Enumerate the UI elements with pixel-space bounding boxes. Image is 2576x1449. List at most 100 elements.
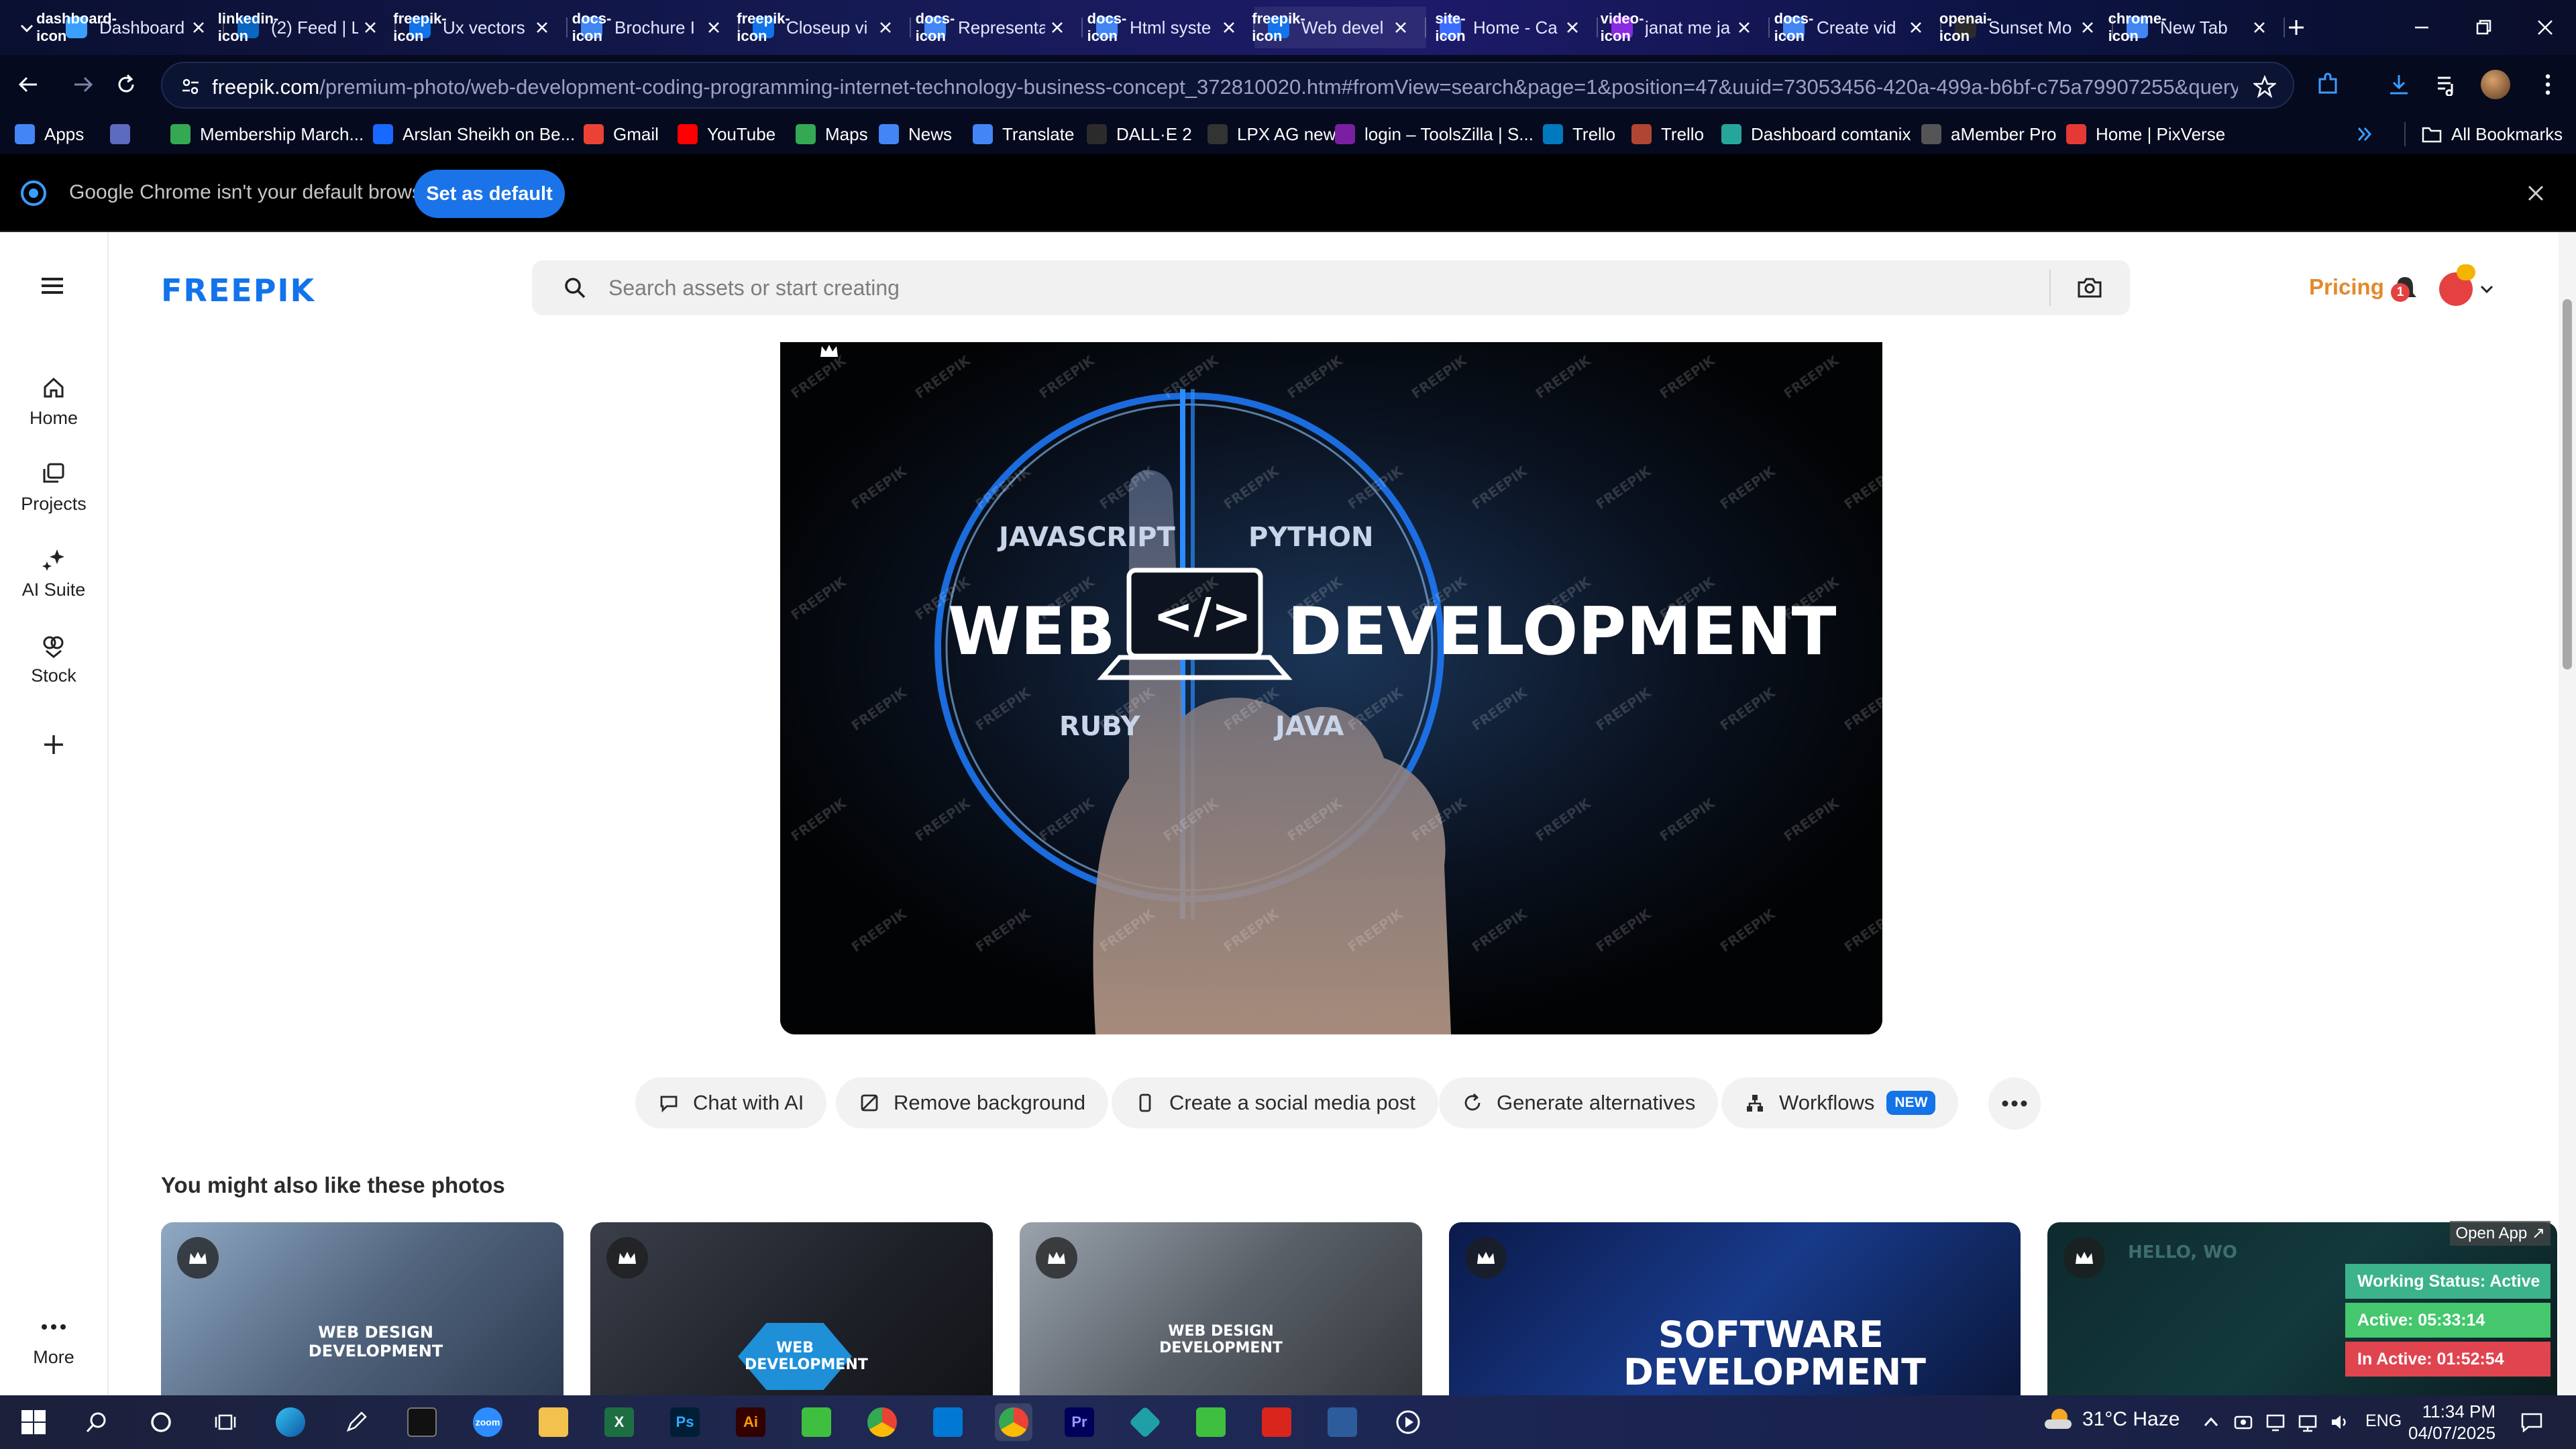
bookmark-item[interactable]: trello-icon Trello [1543, 119, 1615, 149]
tab-close-icon[interactable] [873, 15, 898, 40]
teal-app-icon[interactable] [1126, 1403, 1164, 1441]
illustrator-app-icon[interactable]: Ai [732, 1403, 769, 1441]
user-menu[interactable] [2439, 264, 2496, 313]
pricing-link[interactable]: Pricing [2309, 274, 2384, 300]
related-photo[interactable]: WEB DESIGN DEVELOPMENT [1020, 1222, 1422, 1395]
sidebar-item-home[interactable]: Home [0, 373, 107, 429]
browser-tab[interactable]: site-icon Home - Ca [1426, 7, 1598, 48]
bookmark-item[interactable]: translate-icon Translate [973, 119, 1074, 149]
premiere-app-icon[interactable]: Pr [1061, 1403, 1098, 1441]
related-photo[interactable]: WEB DESIGN DEVELOPMENT [161, 1222, 564, 1395]
bookmark-item[interactable]: toolszilla-icon login – ToolsZilla | S... [1335, 119, 1534, 149]
browser-tab[interactable]: linkedin-icon (2) Feed | L [218, 7, 396, 48]
bookmark-item[interactable]: news-icon News [879, 119, 952, 149]
pen-app-icon[interactable] [337, 1403, 375, 1441]
tray-camera-icon[interactable] [2231, 1410, 2255, 1434]
hamburger-menu-icon[interactable] [38, 272, 67, 299]
bookmark-item[interactable]: youtube-icon YouTube [678, 119, 775, 149]
workflows-button[interactable]: Workflows NEW [1721, 1077, 1959, 1128]
browser-tab[interactable]: docs-icon Create vid [1770, 7, 1941, 48]
bookmark-item[interactable]: apps-grid-icon Apps [15, 119, 84, 149]
tab-close-icon[interactable] [1045, 15, 1069, 40]
bookmark-item[interactable]: trello-icon Trello [1631, 119, 1704, 149]
edge-app-icon[interactable] [272, 1403, 309, 1441]
terminal-app-icon[interactable] [403, 1403, 441, 1441]
close-icon[interactable] [2522, 180, 2549, 207]
chrome-app-icon[interactable] [863, 1403, 901, 1441]
minimize-button[interactable] [2391, 0, 2453, 55]
related-photo[interactable]: SOFTWARE DEVELOPMENT [1449, 1222, 2021, 1395]
sidebar-item-more[interactable]: More [0, 1312, 107, 1368]
tab-close-icon[interactable] [358, 15, 382, 40]
forward-button[interactable] [64, 66, 102, 103]
hero-image[interactable]: JAVASCRIPT PYTHON RUBY JAVA WEB </> DEVE… [780, 342, 1882, 1034]
browser-tab[interactable]: docs-icon Html syste [1083, 7, 1254, 48]
media-player-app-icon[interactable] [1389, 1403, 1427, 1441]
browser-tab[interactable]: freepik-icon Closeup vi [737, 7, 911, 48]
tray-network-icon[interactable] [2296, 1410, 2320, 1434]
browser-tab[interactable]: docs-icon Representa [911, 7, 1083, 48]
bookmark-item[interactable]: gmail-icon Gmail [584, 119, 659, 149]
restore-button[interactable] [2453, 0, 2514, 55]
address-bar[interactable]: freepik.com/premium-photo/web-developmen… [161, 62, 2294, 109]
taskbar-search-icon[interactable] [78, 1403, 115, 1441]
bookmark-item[interactable]: grid-icon [110, 119, 140, 149]
chrome-active-app-icon[interactable] [995, 1403, 1032, 1441]
new-tab-button[interactable] [2281, 12, 2312, 43]
browser-tab[interactable]: video-icon janat me ja [1598, 7, 1770, 48]
bookmark-item[interactable]: openai-icon DALL·E 2 [1087, 119, 1192, 149]
tab-close-icon[interactable] [1732, 15, 1756, 40]
sidebar-item-ai-suite[interactable]: AI Suite [0, 545, 107, 600]
clock[interactable]: 11:34 PM 04/07/2025 [2408, 1401, 2496, 1444]
browser-tab[interactable]: freepik-icon Ux vectors [393, 7, 568, 48]
task-view-icon[interactable] [207, 1403, 244, 1441]
page-scrollbar[interactable] [2559, 232, 2576, 1395]
tray-display-icon[interactable] [2263, 1410, 2288, 1434]
create-social-post-button[interactable]: Create a social media post [1112, 1077, 1439, 1128]
close-window-button[interactable] [2514, 0, 2576, 55]
green-app-icon[interactable] [798, 1403, 835, 1441]
bookmark-item[interactable]: maps-icon Maps [796, 119, 868, 149]
bookmark-item[interactable]: behance-icon Arslan Sheikh on Be... [373, 119, 575, 149]
tab-close-icon[interactable] [1560, 15, 1585, 40]
site-info-icon[interactable] [177, 73, 204, 100]
bookmark-star-icon[interactable] [2250, 72, 2279, 101]
acrobat-app-icon[interactable] [1258, 1403, 1295, 1441]
notification-center-icon[interactable] [2517, 1410, 2546, 1434]
tab-close-icon[interactable] [2076, 15, 2100, 40]
language-indicator[interactable]: ENG [2365, 1411, 2402, 1431]
tab-close-icon[interactable] [186, 15, 211, 40]
browser-tab[interactable]: freepik-icon Web devel [1252, 7, 1426, 48]
scrollbar-thumb[interactable] [2563, 299, 2572, 669]
bookmark-item[interactable]: site-icon Dashboard comtanix [1721, 119, 1911, 149]
extensions-icon[interactable] [2309, 66, 2347, 103]
chat-with-ai-button[interactable]: Chat with AI [635, 1077, 827, 1128]
profile-avatar[interactable] [2477, 66, 2514, 103]
downloads-icon[interactable] [2380, 66, 2418, 103]
browser-tab[interactable]: chrome-icon New Tab [2108, 7, 2285, 48]
bookmark-item[interactable]: site-icon LPX AG new [1208, 119, 1336, 149]
more-options-button[interactable] [1988, 1077, 2041, 1130]
set-as-default-button[interactable]: Set as default [414, 170, 565, 218]
bookmarks-overflow-icon[interactable] [2355, 119, 2375, 149]
notification-bell[interactable]: 1 [2390, 274, 2420, 305]
open-app-button[interactable]: Open App ↗ [2450, 1221, 2551, 1246]
tab-close-icon[interactable] [1389, 15, 1413, 40]
calculator-app-icon[interactable] [1324, 1403, 1361, 1441]
related-photo[interactable]: WEB DEVELOPMENT [590, 1222, 993, 1395]
media-controls-icon[interactable] [2428, 66, 2466, 103]
browser-tab[interactable]: dashboard-icon Dashboard [36, 7, 224, 48]
all-bookmarks-button[interactable]: All Bookmarks [2422, 119, 2563, 149]
weather-widget[interactable]: 31°C Haze [2045, 1407, 2180, 1432]
camera-search-icon[interactable] [2076, 274, 2103, 301]
tray-chevron-up-icon[interactable] [2199, 1410, 2223, 1434]
tab-close-icon[interactable] [1217, 15, 1241, 40]
add-button[interactable] [0, 730, 107, 759]
bookmark-item[interactable]: bookmark-icon Membership March... [170, 119, 364, 149]
browser-tab[interactable]: docs-icon Brochure I [568, 7, 739, 48]
start-button[interactable] [15, 1403, 52, 1441]
chrome-menu-icon[interactable] [2529, 66, 2567, 103]
search-icon[interactable] [563, 276, 587, 300]
freepik-logo[interactable]: FREEPIK [161, 272, 315, 309]
url-text[interactable]: freepik.com/premium-photo/web-developmen… [212, 75, 2238, 99]
